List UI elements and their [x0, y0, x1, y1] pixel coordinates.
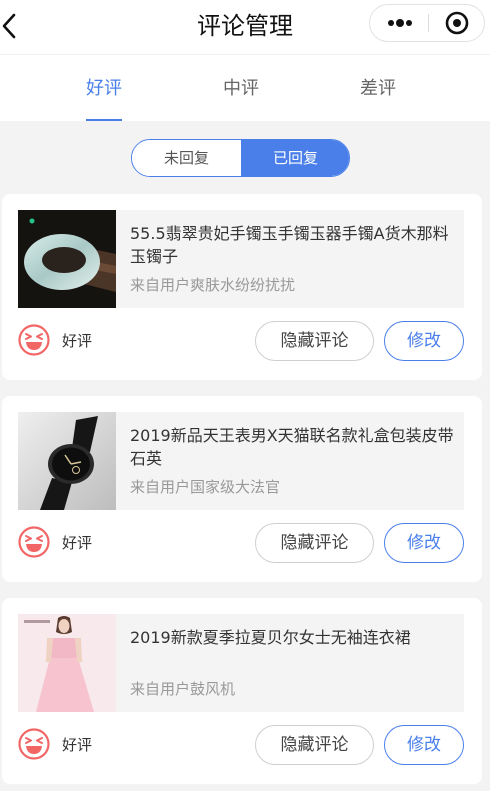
product-thumbnail [18, 412, 116, 510]
comment-author: 来自用户国家级大法官 [130, 478, 281, 496]
product-title: 2019新款夏季拉夏贝尔女士无袖连衣裙 [130, 628, 411, 647]
comment-card: 2019新品天王表男X天猫联名款礼盒包装皮带石英 来自用户国家级大法官 好评 隐… [2, 396, 482, 582]
edit-reply-button[interactable]: 修改 [384, 523, 464, 563]
rating-label: 好评 [62, 534, 93, 552]
jade-bracelet-image [18, 210, 116, 308]
hide-comment-button[interactable]: 隐藏评论 [255, 725, 374, 765]
laughing-face-icon [18, 324, 50, 356]
tab-active-indicator [86, 119, 122, 121]
comment-author: 来自用户鼓风机 [130, 680, 236, 698]
product-title: 2019新品天王表男X天猫联名款礼盒包装皮带石英 [130, 426, 454, 468]
nav-bar: 评论管理 [0, 0, 490, 54]
product-info[interactable]: 2019新款夏季拉夏贝尔女士无袖连衣裙 来自用户鼓风机 [116, 614, 464, 712]
close-button[interactable] [429, 5, 485, 41]
product-title: 55.5翡翠贵妃手镯玉手镯玉器手镯A货木那料玉镯子 [130, 224, 449, 266]
more-button[interactable] [370, 5, 428, 41]
pink-dress-image [18, 614, 116, 712]
reply-filter: 未回复 已回复 [131, 139, 350, 177]
rating-label: 好评 [62, 736, 93, 754]
tab-good[interactable]: 好评 [64, 77, 144, 101]
rating-tabs: 好评 中评 差评 [0, 54, 490, 121]
filter-unreplied[interactable]: 未回复 [132, 140, 241, 176]
laughing-face-icon [18, 526, 50, 558]
rating-label: 好评 [62, 332, 93, 350]
tab-bad[interactable]: 差评 [338, 77, 418, 101]
edit-reply-button[interactable]: 修改 [384, 725, 464, 765]
hide-comment-button[interactable]: 隐藏评论 [255, 523, 374, 563]
product-info[interactable]: 55.5翡翠贵妃手镯玉手镯玉器手镯A货木那料玉镯子 来自用户爽肤水纷纷扰扰 [116, 210, 464, 308]
laughing-face-icon [18, 728, 50, 760]
more-dots-icon [388, 19, 412, 27]
product-thumbnail [18, 614, 116, 712]
edit-reply-button[interactable]: 修改 [384, 321, 464, 361]
comment-card: 2019新款夏季拉夏贝尔女士无袖连衣裙 来自用户鼓风机 好评 隐藏评论 修改 [2, 598, 482, 784]
product-info[interactable]: 2019新品天王表男X天猫联名款礼盒包装皮带石英 来自用户国家级大法官 [116, 412, 464, 510]
product-thumbnail [18, 210, 116, 308]
hide-comment-button[interactable]: 隐藏评论 [255, 321, 374, 361]
comment-author: 来自用户爽肤水纷纷扰扰 [130, 276, 296, 294]
mini-program-capsule [369, 4, 485, 42]
target-circle-icon [445, 11, 469, 35]
wristwatch-image [18, 412, 116, 510]
comment-card: 55.5翡翠贵妃手镯玉手镯玉器手镯A货木那料玉镯子 来自用户爽肤水纷纷扰扰 好评… [2, 194, 482, 380]
filter-replied[interactable]: 已回复 [241, 140, 349, 176]
tab-neutral[interactable]: 中评 [201, 77, 281, 101]
